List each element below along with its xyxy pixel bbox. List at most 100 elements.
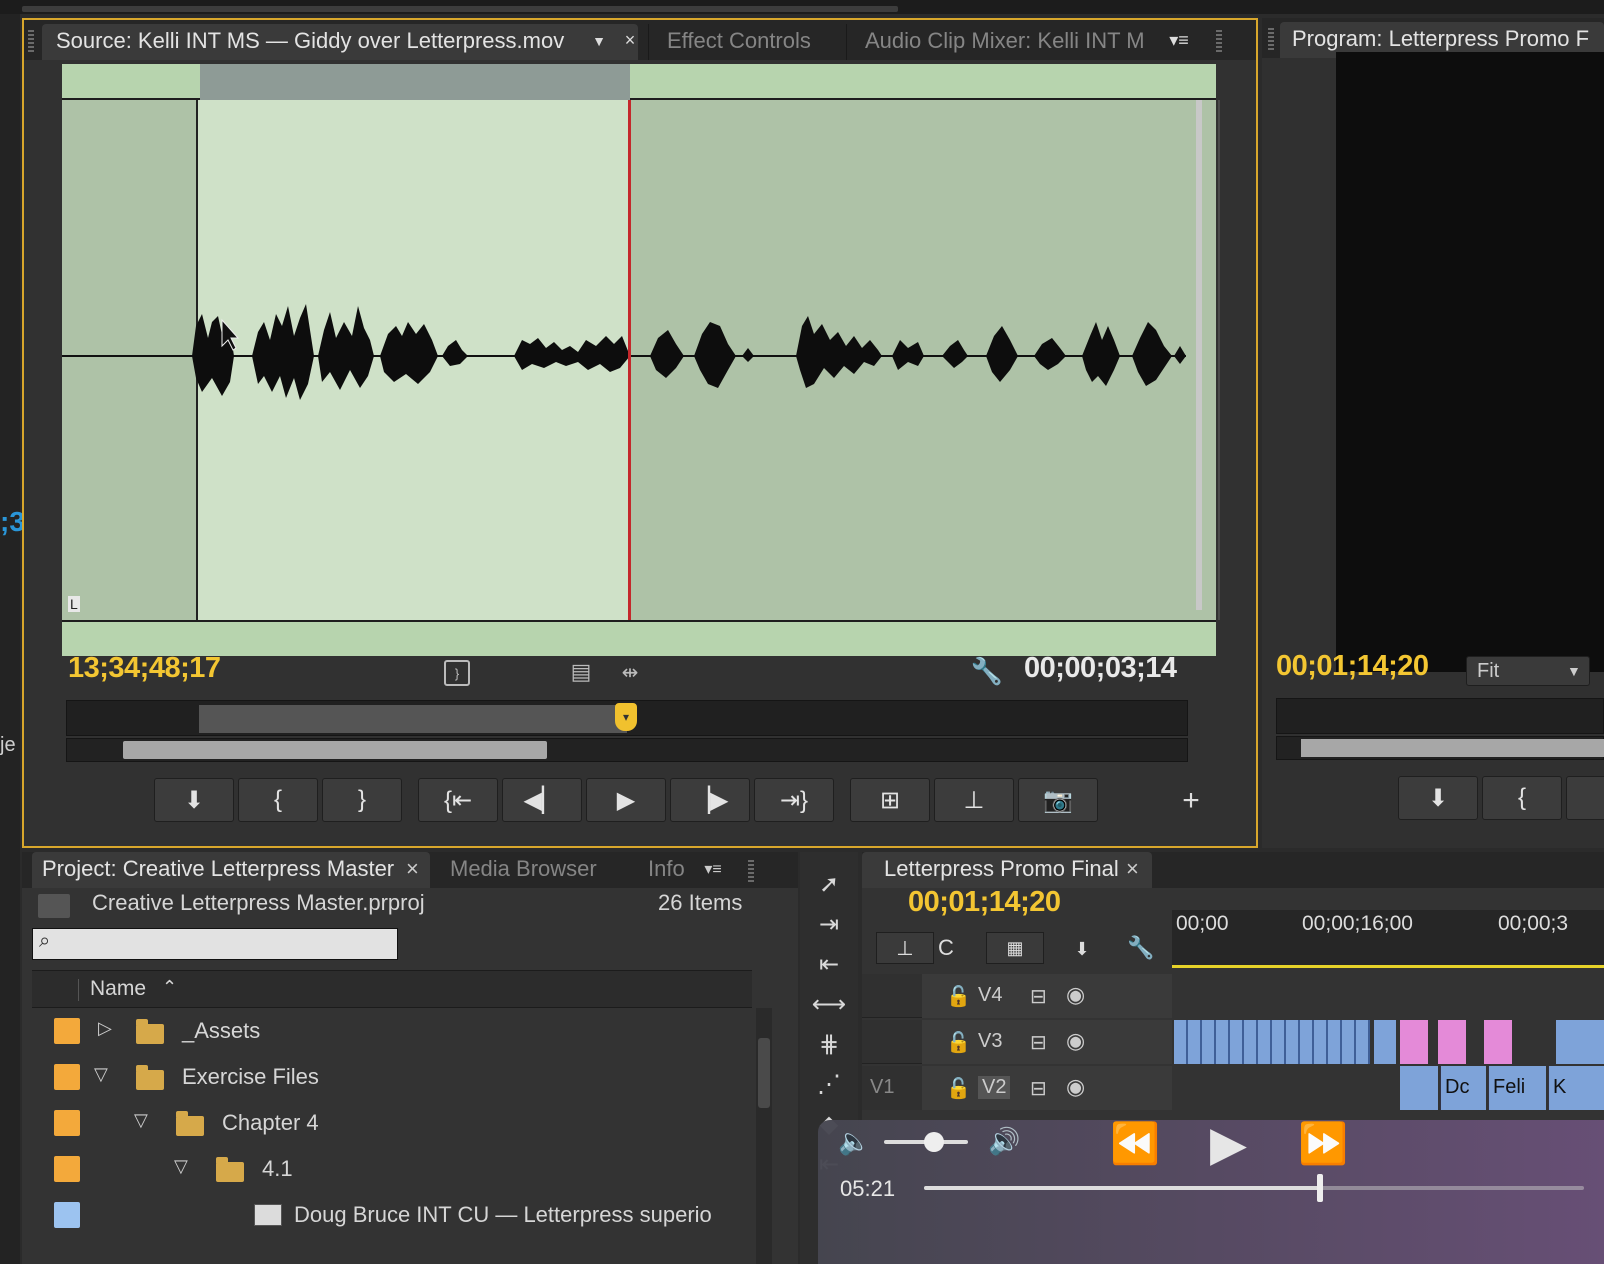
timeline-clip[interactable] — [1556, 1020, 1604, 1064]
step-forward-button[interactable]: ▕▶ — [670, 778, 750, 822]
eye-icon[interactable]: ◉ — [1066, 1028, 1085, 1054]
tab-media-browser[interactable]: Media Browser — [432, 852, 628, 888]
label-color-swatch[interactable] — [54, 1018, 80, 1044]
timeline-clip[interactable] — [1484, 1020, 1512, 1064]
lock-icon[interactable]: 🔓 — [946, 1076, 971, 1101]
list-item[interactable]: ▽ Chapter 4 — [32, 1100, 752, 1146]
source-zoom-bar[interactable] — [66, 738, 1188, 762]
list-item[interactable]: ▷ _Assets — [32, 1008, 752, 1054]
volume-knob[interactable] — [924, 1132, 945, 1152]
sort-ascending-icon[interactable]: ⌃ — [162, 977, 177, 998]
tab-source[interactable]: Source: Kelli INT MS — Giddy over Letter… — [42, 24, 638, 60]
mark-in-button[interactable]: { — [1482, 776, 1562, 820]
ripple-edit-tool-icon[interactable]: ⇤ — [808, 946, 850, 982]
search-input[interactable]: ⌕ — [32, 928, 398, 960]
lock-icon[interactable]: 🔓 — [946, 1030, 971, 1055]
export-frame-button[interactable]: 📷 — [1018, 778, 1098, 822]
close-icon[interactable]: × — [406, 852, 419, 886]
zoom-select[interactable]: Fit ▼ — [1466, 656, 1590, 686]
speaker-low-icon[interactable]: 🔈 — [838, 1126, 870, 1157]
playhead-marker-icon[interactable]: ▾ — [615, 703, 637, 731]
label-color-swatch[interactable] — [54, 1064, 80, 1090]
list-item[interactable]: ▽ Exercise Files — [32, 1054, 752, 1100]
zoom-selection-top[interactable] — [200, 64, 630, 100]
snap-icon[interactable]: ⊥ — [876, 932, 934, 964]
disclosure-expanded-icon[interactable]: ▽ — [134, 1110, 148, 1131]
disclosure-expanded-icon[interactable]: ▽ — [174, 1156, 188, 1177]
rewind-icon[interactable]: ⏪ — [1110, 1120, 1160, 1167]
mark-out-button[interactable]: } — [322, 778, 402, 822]
mark-in-button[interactable]: { — [238, 778, 318, 822]
track-name[interactable]: V4 — [978, 984, 1002, 1007]
go-to-out-button[interactable]: ⇥} — [754, 778, 834, 822]
drop-in-out-icon[interactable]: } — [444, 660, 470, 686]
progress-bar[interactable] — [924, 1174, 1584, 1202]
track-name[interactable]: V3 — [978, 1030, 1002, 1053]
timeline-clip[interactable]: K — [1548, 1066, 1604, 1110]
eye-icon[interactable]: ◉ — [1066, 982, 1085, 1008]
disclosure-expanded-icon[interactable]: ▽ — [94, 1064, 108, 1085]
timeline-timecode[interactable]: 00;01;14;20 — [908, 886, 1061, 919]
progress-scrubber[interactable] — [1317, 1174, 1323, 1202]
play-button[interactable]: ▶ — [586, 778, 666, 822]
lock-icon[interactable]: 🔓 — [946, 984, 971, 1009]
eye-icon[interactable]: ◉ — [1066, 1074, 1085, 1100]
label-color-swatch[interactable] — [54, 1110, 80, 1136]
list-scrollbar[interactable] — [756, 1008, 772, 1264]
mark-out-button[interactable] — [1566, 776, 1604, 820]
add-marker-button[interactable]: ⬇ — [1398, 776, 1478, 820]
wrench-icon[interactable]: 🔧 — [971, 656, 1003, 686]
play-icon[interactable]: ▶ — [1210, 1116, 1247, 1172]
speaker-high-icon[interactable]: 🔊 — [988, 1126, 1020, 1157]
track-name[interactable]: V2 — [978, 1076, 1011, 1099]
panel-grip[interactable] — [28, 30, 34, 52]
volume-slider[interactable] — [884, 1132, 968, 1152]
source-time-ruler[interactable]: ▾ — [66, 700, 1188, 736]
linked-selection-icon[interactable]: C — [930, 932, 962, 964]
panel-grip[interactable] — [1268, 28, 1274, 50]
source-playhead-timecode[interactable]: 13;34;48;17 — [68, 652, 221, 685]
close-icon[interactable]: × — [1126, 852, 1139, 886]
fast-forward-icon[interactable]: ⏩ — [1298, 1120, 1348, 1167]
playhead-line[interactable] — [628, 100, 631, 620]
rolling-edit-tool-icon[interactable]: ⟷ — [808, 986, 850, 1022]
panel-grip[interactable] — [748, 860, 754, 882]
panel-menu-icon[interactable]: ▾≡ — [1162, 28, 1196, 52]
folder-up-icon[interactable] — [38, 894, 70, 918]
timeline-clip[interactable] — [1438, 1020, 1466, 1064]
chevron-down-icon[interactable]: ▼ — [588, 30, 610, 52]
wrench-icon[interactable]: 🔧 — [1124, 932, 1158, 964]
tab-audio-clip-mixer[interactable]: Audio Clip Mixer: Kelli INT M — [846, 24, 1156, 60]
column-name-header[interactable]: Name — [90, 977, 146, 1001]
tab-sequence[interactable]: Letterpress Promo Final × — [862, 852, 1152, 888]
zoom-scroll-thumb[interactable] — [1301, 739, 1604, 757]
panel-grip-right[interactable] — [1216, 30, 1222, 52]
zoom-scroll-bar-bottom[interactable] — [62, 620, 1216, 656]
rate-stretch-tool-icon[interactable]: ⋕ — [808, 1026, 850, 1062]
timeline-clip[interactable] — [1400, 1020, 1428, 1064]
horizontal-scrollbar[interactable] — [22, 6, 898, 12]
timeline-clip[interactable]: Dc — [1440, 1066, 1486, 1110]
program-video-frame[interactable] — [1336, 52, 1604, 672]
selection-tool-icon[interactable]: ➚ — [808, 866, 850, 902]
go-to-in-button[interactable]: {⇤ — [418, 778, 498, 822]
drag-video-icon[interactable]: ▤ — [568, 658, 594, 686]
sync-lock-icon[interactable]: ⊟ — [1030, 1030, 1047, 1055]
add-marker-button[interactable]: ⬇ — [154, 778, 234, 822]
timeline-clip[interactable] — [1174, 1020, 1370, 1064]
source-patch[interactable]: V1 — [870, 1076, 894, 1099]
panel-menu-icon[interactable]: ▾≡ — [696, 856, 730, 882]
add-marker-timeline-icon[interactable]: ▦ — [986, 932, 1044, 964]
tab-effect-controls[interactable]: Effect Controls — [648, 24, 844, 60]
list-item[interactable]: ▽ 4.1 — [32, 1146, 752, 1192]
audio-waveform-display[interactable]: L — [62, 64, 1216, 656]
close-icon[interactable]: × — [620, 28, 640, 52]
label-color-swatch[interactable] — [54, 1156, 80, 1182]
insert-button[interactable]: ⊞ — [850, 778, 930, 822]
list-item[interactable]: Doug Bruce INT CU — Letterpress superio — [32, 1192, 752, 1238]
sync-lock-icon[interactable]: ⊟ — [1030, 1076, 1047, 1101]
timeline-clip[interactable]: Feli — [1488, 1066, 1546, 1110]
add-button-icon[interactable]: + — [1174, 784, 1208, 818]
program-zoom-bar[interactable] — [1276, 736, 1604, 760]
timeline-ruler[interactable]: 00;00 00;00;16;00 00;00;3 — [1172, 910, 1604, 968]
